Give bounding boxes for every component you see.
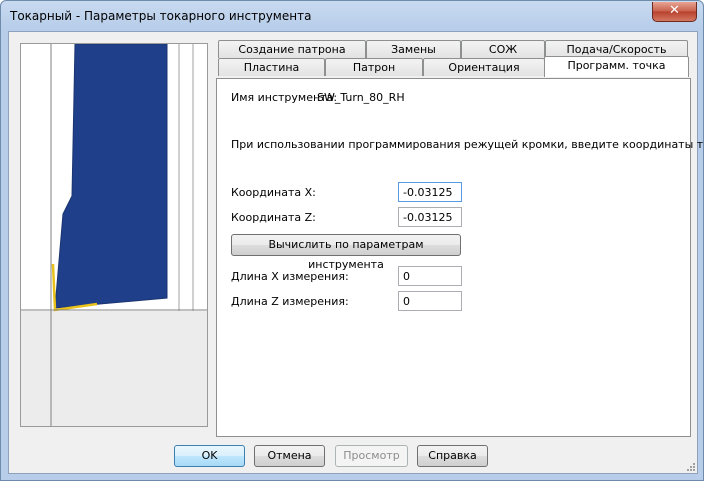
tool-name-value: SW_Turn_80_RH bbox=[317, 91, 405, 104]
tab-orientation[interactable]: Ориентация bbox=[423, 58, 545, 76]
help-button[interactable]: Справка bbox=[417, 445, 488, 467]
close-icon: ✕ bbox=[669, 3, 680, 18]
tab-chuck[interactable]: Патрон bbox=[325, 58, 423, 76]
length-z-input[interactable] bbox=[398, 291, 462, 311]
tool-holder-shape bbox=[54, 44, 168, 309]
instruction-text: При использовании программирования режущ… bbox=[231, 138, 704, 151]
resize-grip-icon[interactable] bbox=[685, 461, 695, 471]
tab-program-point[interactable]: Программ. точка bbox=[544, 56, 689, 77]
tab-control: Создание патрона Замены СОЖ Подача/Скоро… bbox=[216, 40, 703, 438]
program-point-panel: Имя инструмента: SW_Turn_80_RH При испол… bbox=[216, 78, 703, 437]
title-bar[interactable]: Токарный - Параметры токарного инструмен… bbox=[1, 1, 703, 31]
ok-button[interactable]: OK bbox=[174, 445, 245, 467]
length-z-label: Длина Z измерения: bbox=[231, 295, 349, 308]
tab-chuck-creation[interactable]: Создание патрона bbox=[218, 40, 366, 58]
length-x-label: Длина X измерения: bbox=[231, 270, 349, 283]
close-button[interactable]: ✕ bbox=[652, 2, 697, 22]
tab-insert[interactable]: Пластина bbox=[218, 58, 325, 76]
tool-preview bbox=[20, 43, 208, 427]
coord-x-input[interactable] bbox=[398, 182, 462, 202]
coord-z-input[interactable] bbox=[398, 207, 462, 227]
coord-x-label: Координата X: bbox=[231, 186, 316, 199]
cancel-button[interactable]: Отмена bbox=[254, 445, 325, 467]
tab-replacements[interactable]: Замены bbox=[366, 40, 461, 58]
length-x-input[interactable] bbox=[398, 266, 462, 286]
coord-z-label: Координата Z: bbox=[231, 211, 316, 224]
dialog-client-area: Создание патрона Замены СОЖ Подача/Скоро… bbox=[8, 31, 703, 474]
compute-from-tool-button[interactable]: Вычислить по параметрам инструмента bbox=[231, 234, 461, 271]
preview-button: Просмотр bbox=[335, 445, 408, 467]
tool-drawing bbox=[21, 44, 207, 426]
tab-coolant[interactable]: СОЖ bbox=[461, 40, 545, 58]
window-title: Токарный - Параметры токарного инструмен… bbox=[10, 9, 312, 23]
dialog-window: Токарный - Параметры токарного инструмен… bbox=[0, 0, 704, 481]
